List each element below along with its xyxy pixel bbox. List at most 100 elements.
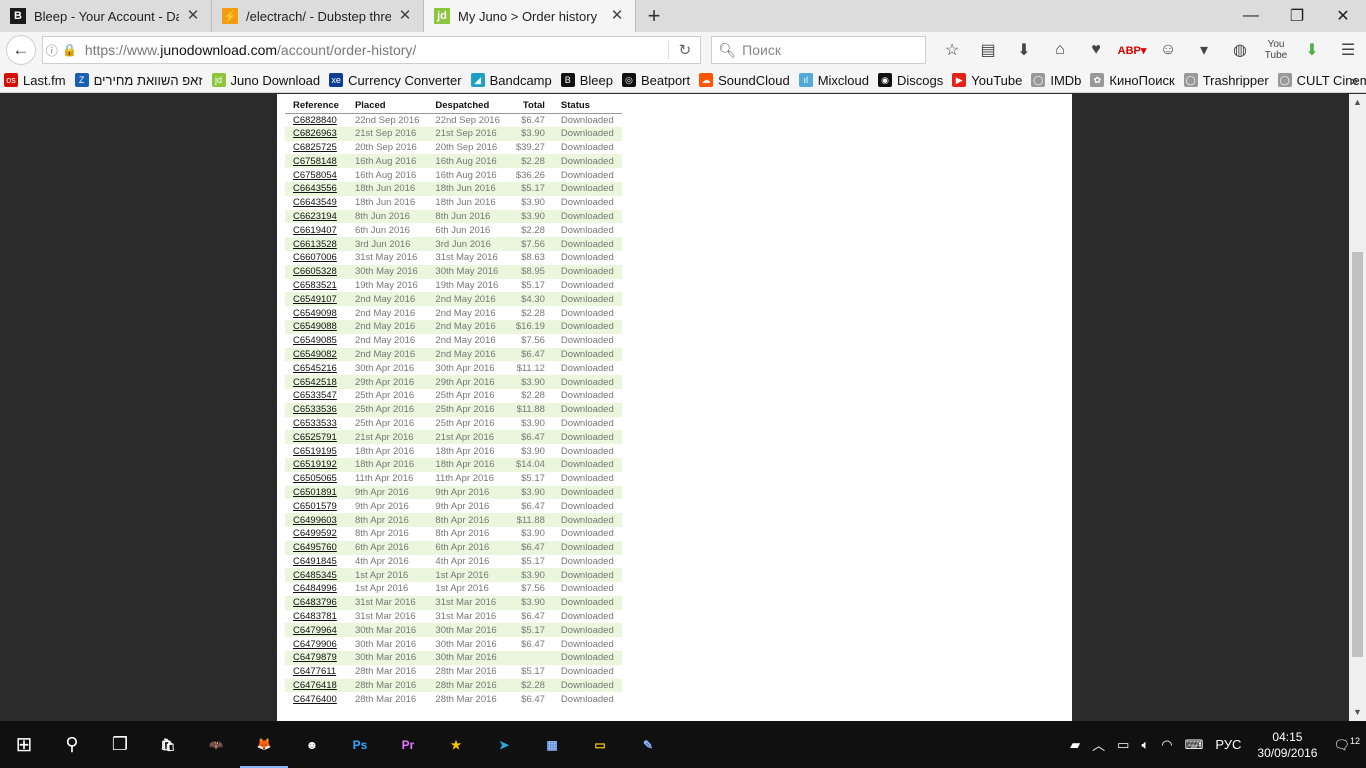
order-reference-link[interactable]: C6619407	[285, 223, 347, 237]
order-reference-link[interactable]: C6479906	[285, 637, 347, 651]
bookmark-item[interactable]: xe Currency Converter	[329, 73, 462, 88]
bookmark-item[interactable]: ◯ IMDb	[1031, 73, 1081, 88]
globe-icon[interactable]: ◍	[1222, 40, 1258, 60]
bookmark-item[interactable]: ◎ Beatport	[621, 73, 690, 88]
bookmark-item[interactable]: Z זאפ השוואת מחירים	[74, 73, 203, 88]
bookmarks-overflow-icon[interactable]: »	[1351, 73, 1358, 88]
order-reference-link[interactable]: C6525791	[285, 430, 347, 445]
browser-tab[interactable]: ⚡ /electrach/ - Dubstep thre... ✕	[212, 0, 424, 32]
mask-app-icon[interactable]: ☻	[288, 721, 336, 768]
clock[interactable]: 04:15 30/09/2016	[1257, 729, 1317, 761]
bookmark-item[interactable]: os Last.fm	[4, 73, 66, 88]
store-app-icon[interactable]: 🛍	[144, 721, 192, 768]
bookmark-item[interactable]: ◯ Trashripper	[1183, 73, 1269, 88]
green-download-icon[interactable]: ⬇	[1294, 40, 1330, 60]
order-reference-link[interactable]: C6542518	[285, 375, 347, 389]
browser-tab[interactable]: B Bleep - Your Account - Da... ✕	[0, 0, 212, 32]
star-bookmark-icon[interactable]: ☆	[934, 40, 970, 60]
order-reference-link[interactable]: C6828840	[285, 113, 347, 127]
order-reference-link[interactable]: C6479879	[285, 651, 347, 665]
order-reference-link[interactable]: C6605328	[285, 264, 347, 279]
bookmark-item[interactable]: ✿ КиноПоиск	[1090, 73, 1175, 88]
telegram-app-icon[interactable]: ➤	[480, 721, 528, 768]
dropdown-icon[interactable]: ▾	[1186, 40, 1222, 60]
bookmark-item[interactable]: ▶ YouTube	[952, 73, 1022, 88]
search-taskbar-icon[interactable]: ⚲	[48, 721, 96, 768]
keyboard-icon[interactable]: ⌨	[1185, 737, 1204, 753]
order-reference-link[interactable]: C6643556	[285, 181, 347, 196]
order-reference-link[interactable]: C6476400	[285, 692, 347, 706]
order-reference-link[interactable]: C6477611	[285, 665, 347, 679]
order-reference-link[interactable]: C6549088	[285, 319, 347, 334]
scroll-up-icon[interactable]: ▲	[1349, 94, 1366, 111]
adblock-icon[interactable]: ABP▾	[1114, 44, 1150, 57]
paint-app-icon[interactable]: ✎	[624, 721, 672, 768]
close-tab-icon[interactable]: ✕	[397, 8, 413, 24]
order-reference-link[interactable]: C6545216	[285, 361, 347, 375]
order-reference-link[interactable]: C6519195	[285, 444, 347, 458]
info-icon[interactable]: ⓘ	[43, 42, 61, 59]
bookmark-item[interactable]: jd Juno Download	[211, 73, 320, 88]
home-icon[interactable]: ⌂	[1042, 41, 1078, 59]
notifications-icon[interactable]: 🗨︎12	[1333, 736, 1360, 753]
new-tab-button[interactable]: +	[636, 0, 672, 32]
order-reference-link[interactable]: C6758148	[285, 154, 347, 169]
order-reference-link[interactable]: C6501891	[285, 485, 347, 500]
order-reference-link[interactable]: C6533533	[285, 417, 347, 431]
url-text[interactable]: https://www.junodownload.com/account/ord…	[79, 42, 669, 58]
order-reference-link[interactable]: C6476418	[285, 678, 347, 693]
bookmark-item[interactable]: ☁ SoundCloud	[699, 73, 790, 88]
download-icon[interactable]: ⬇	[1006, 40, 1042, 60]
order-reference-link[interactable]: C6491845	[285, 555, 347, 569]
order-reference-link[interactable]: C6623194	[285, 209, 347, 224]
premiere-app-icon[interactable]: Pr	[384, 721, 432, 768]
order-reference-link[interactable]: C6549107	[285, 292, 347, 307]
scrollbar-thumb[interactable]	[1352, 252, 1363, 657]
order-reference-link[interactable]: C6643549	[285, 196, 347, 210]
browser-tab[interactable]: jd My Juno > Order history ✕	[424, 0, 636, 32]
extension-face-icon[interactable]: ☺	[1150, 41, 1186, 59]
windows-start-icon[interactable]: ⊞	[0, 721, 48, 768]
order-reference-link[interactable]: C6758054	[285, 168, 347, 182]
order-reference-link[interactable]: C6484996	[285, 582, 347, 596]
menu-icon[interactable]: ☰	[1330, 40, 1366, 60]
page-scrollbar[interactable]: ▲ ▼	[1349, 94, 1366, 721]
task-view-icon[interactable]: ❐	[96, 721, 144, 768]
close-tab-icon[interactable]: ✕	[185, 8, 201, 24]
minimize-button[interactable]: —	[1228, 0, 1274, 32]
film-app-icon[interactable]: ▦	[528, 721, 576, 768]
order-reference-link[interactable]: C6607006	[285, 251, 347, 265]
restore-button[interactable]: ❐	[1274, 0, 1320, 32]
order-reference-link[interactable]: C6495760	[285, 540, 347, 555]
order-reference-link[interactable]: C6613528	[285, 237, 347, 251]
explorer-app-icon[interactable]: ▭	[576, 721, 624, 768]
tray-expand-icon[interactable]: ︿	[1092, 735, 1105, 754]
order-reference-link[interactable]: C6549098	[285, 306, 347, 320]
order-reference-link[interactable]: C6499603	[285, 513, 347, 527]
search-input[interactable]: 🔍︎ Поиск	[711, 36, 926, 64]
wifi-icon[interactable]: ◠	[1161, 737, 1172, 753]
language-indicator[interactable]: РУС	[1215, 737, 1241, 752]
firefox-app-icon[interactable]: 🦊	[240, 721, 288, 768]
reading-list-icon[interactable]: ▤	[970, 40, 1006, 60]
order-reference-link[interactable]: C6549082	[285, 347, 347, 362]
bookmark-item[interactable]: ◢ Bandcamp	[470, 73, 552, 88]
address-bar[interactable]: ⓘ 🔒 https://www.junodownload.com/account…	[41, 36, 702, 64]
close-tab-icon[interactable]: ✕	[609, 8, 625, 24]
batman-app-icon[interactable]: 🦇	[192, 721, 240, 768]
order-reference-link[interactable]: C6485345	[285, 568, 347, 583]
photoshop-app-icon[interactable]: Ps	[336, 721, 384, 768]
order-reference-link[interactable]: C6505065	[285, 472, 347, 486]
order-reference-link[interactable]: C6583521	[285, 279, 347, 293]
order-reference-link[interactable]: C6499592	[285, 527, 347, 541]
order-reference-link[interactable]: C6533547	[285, 389, 347, 403]
order-reference-link[interactable]: C6479964	[285, 623, 347, 638]
star-app-icon[interactable]: ★	[432, 721, 480, 768]
close-window-button[interactable]: ✕	[1320, 0, 1366, 32]
order-reference-link[interactable]: C6826963	[285, 126, 347, 141]
bookmark-item[interactable]: ◉ Discogs	[878, 73, 943, 88]
order-reference-link[interactable]: C6825725	[285, 141, 347, 155]
tray-app-icon[interactable]: ▰	[1070, 737, 1080, 753]
order-reference-link[interactable]: C6533536	[285, 402, 347, 417]
scroll-down-icon[interactable]: ▼	[1349, 704, 1366, 721]
